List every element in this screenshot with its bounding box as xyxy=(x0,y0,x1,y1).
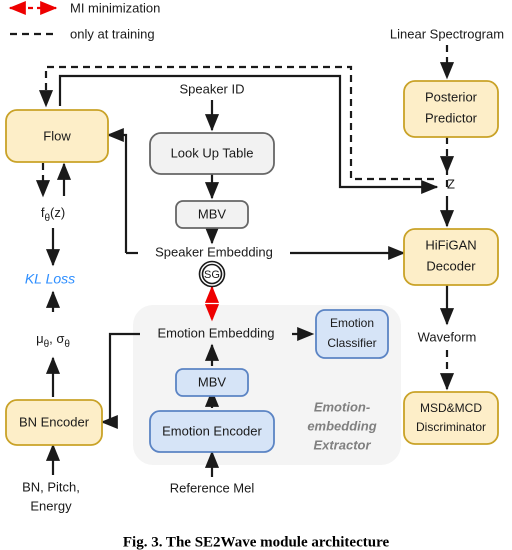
svg-text:fθ(z): fθ(z) xyxy=(41,205,65,223)
architecture-diagram: MI minimization only at training Emotion… xyxy=(5,0,504,550)
block-discriminator-shape[interactable] xyxy=(403,391,499,445)
edge-speaker-embedding-to-flow xyxy=(106,127,128,253)
group-caption-line2: embedding xyxy=(307,418,376,433)
block-discriminator[interactable]: MSD&MCD Discriminator xyxy=(403,391,499,445)
block-flow-label: Flow xyxy=(43,128,71,143)
f-theta-z-tail: (z) xyxy=(50,205,65,220)
label-emotion-embedding: Emotion Embedding xyxy=(157,325,274,340)
label-bn-inputs-line1: BN, Pitch, xyxy=(22,479,80,494)
label-waveform: Waveform xyxy=(418,329,477,344)
block-hifigan-decoder-label-line1: HiFiGAN xyxy=(425,237,476,252)
block-hifigan-decoder-label-line2: Decoder xyxy=(426,258,476,273)
block-emotion-mbv-label: MBV xyxy=(198,374,227,389)
block-emotion-classifier[interactable]: Emotion Classifier xyxy=(315,309,389,359)
block-posterior-predictor-label-line2: Predictor xyxy=(425,110,478,125)
block-emotion-classifier-label-line2: Classifier xyxy=(327,336,376,350)
block-emotion-mbv[interactable]: MBV xyxy=(175,368,249,397)
label-mu-sigma-theta: μθ, σθ xyxy=(36,331,70,349)
block-posterior-predictor[interactable]: Posterior Predictor xyxy=(403,80,499,138)
block-speaker-mbv[interactable]: MBV xyxy=(175,200,249,229)
label-kl-loss: KL Loss xyxy=(25,271,75,287)
block-discriminator-label-line1: MSD&MCD xyxy=(420,401,482,415)
block-speaker-mbv-label: MBV xyxy=(198,206,227,221)
legend-item-only-at-training: only at training xyxy=(10,26,155,41)
group-caption-line3: Extractor xyxy=(313,437,371,452)
block-emotion-encoder[interactable]: Emotion Encoder xyxy=(149,410,275,453)
block-discriminator-label-line2: Discriminator xyxy=(416,420,486,434)
block-posterior-predictor-label-line1: Posterior xyxy=(425,89,478,104)
label-reference-mel: Reference Mel xyxy=(170,480,255,495)
mu-base: μ xyxy=(36,331,44,346)
label-speaker-embedding: Speaker Embedding xyxy=(155,244,273,259)
block-hifigan-decoder[interactable]: HiFiGAN Decoder xyxy=(403,228,499,286)
block-emotion-encoder-label: Emotion Encoder xyxy=(162,423,262,438)
block-emotion-classifier-label-line1: Emotion xyxy=(330,316,374,330)
figure-container: MI minimization only at training Emotion… xyxy=(0,0,512,550)
legend: MI minimization only at training xyxy=(8,0,160,41)
figure-caption: Fig. 3. The SE2Wave module architecture xyxy=(123,534,390,550)
stop-gradient-label: SG xyxy=(204,269,220,281)
label-z: Z xyxy=(447,176,455,191)
block-flow[interactable]: Flow xyxy=(5,109,109,163)
label-speaker-id: Speaker ID xyxy=(179,81,244,96)
block-look-up-table[interactable]: Look Up Table xyxy=(149,132,275,175)
svg-text:μθ, σθ: μθ, σθ xyxy=(36,331,70,349)
stop-gradient-node: SG xyxy=(198,260,226,288)
block-look-up-table-label: Look Up Table xyxy=(171,145,254,160)
block-bn-encoder-label: BN Encoder xyxy=(19,414,90,429)
label-f-theta-z: fθ(z) xyxy=(41,205,65,223)
legend-label-mi-minimization: MI minimization xyxy=(70,0,160,15)
legend-label-only-at-training: only at training xyxy=(70,26,155,41)
label-bn-inputs-line2: Energy xyxy=(30,498,72,513)
label-linear-spectrogram: Linear Spectrogram xyxy=(390,26,504,41)
legend-item-mi-minimization: MI minimization xyxy=(8,0,160,15)
sigma-base: , σ xyxy=(49,331,64,346)
group-caption-line1: Emotion- xyxy=(314,399,370,414)
block-bn-encoder[interactable]: BN Encoder xyxy=(5,399,103,446)
sigma-subscript: θ xyxy=(64,339,70,350)
